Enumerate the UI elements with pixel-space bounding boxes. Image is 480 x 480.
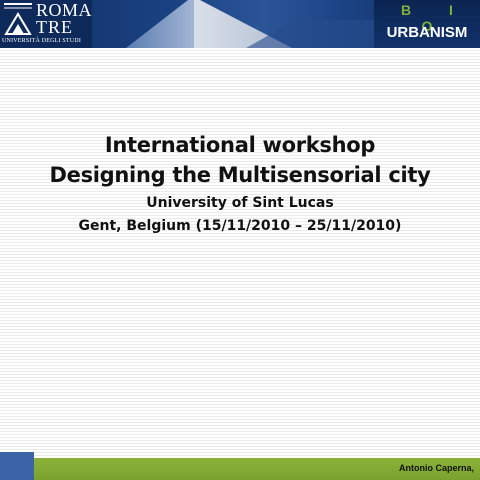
- logo-text-tre: TRE: [36, 17, 73, 37]
- footer-author: Antonio Caperna,: [398, 463, 474, 473]
- header-banner: ROMA TRE UNIVERSITÀ DEGLI STUDI B I O UR…: [0, 0, 480, 48]
- slide-background: [0, 0, 480, 480]
- slide-title-line2: Designing the Multisensorial city: [49, 163, 431, 187]
- brand-urbanism-text: URBANISM: [386, 24, 468, 41]
- slide-content: International workshop Designing the Mul…: [0, 130, 480, 238]
- pyramid-image: [126, 0, 376, 48]
- biourbanism-brand: B I O URBANISM: [374, 0, 480, 48]
- slide-subtitle-location-dates: Gent, Belgium (15/11/2010 – 25/11/2010): [78, 218, 402, 234]
- roma-tre-emblem-icon: [4, 3, 32, 35]
- footer-corner-block: [0, 452, 34, 480]
- slide-subtitle-university: University of Sint Lucas: [146, 195, 334, 211]
- slide-title-line1: International workshop: [104, 133, 376, 157]
- roma-tre-logo: ROMA TRE UNIVERSITÀ DEGLI STUDI: [0, 0, 92, 48]
- logo-subtitle: UNIVERSITÀ DEGLI STUDI: [2, 38, 82, 44]
